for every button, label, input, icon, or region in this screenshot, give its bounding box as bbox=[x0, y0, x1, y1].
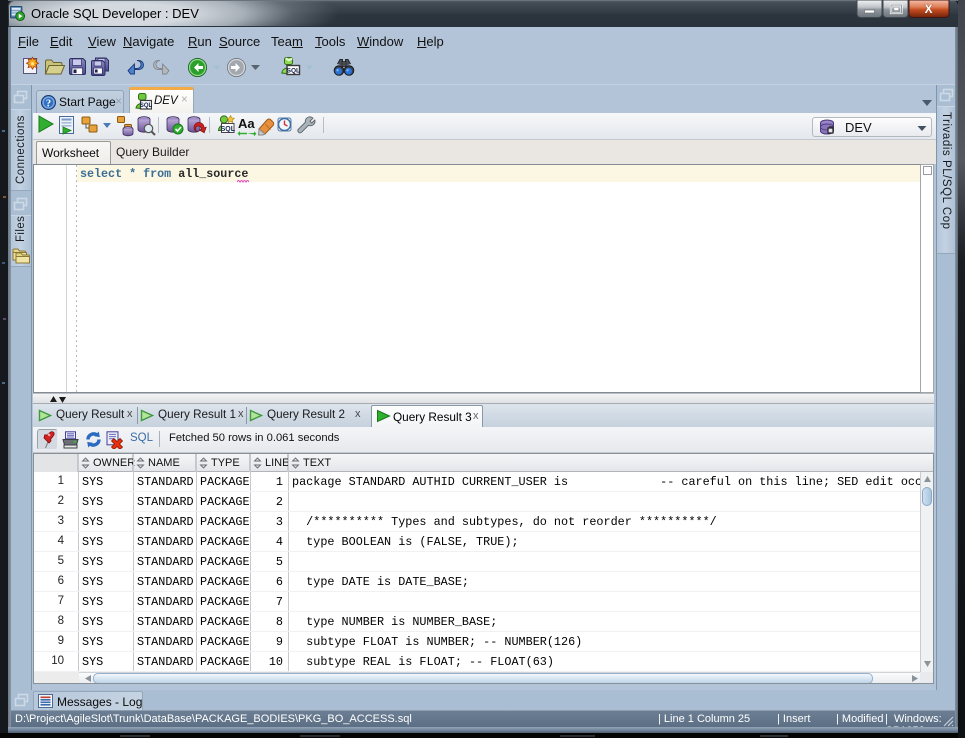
svg-text:Aa: Aa bbox=[238, 116, 255, 131]
svg-text:SQL: SQL bbox=[287, 68, 300, 75]
svg-text:SQL: SQL bbox=[221, 126, 236, 133]
svg-text:X: X bbox=[925, 2, 933, 16]
svg-text:SQL: SQL bbox=[140, 103, 152, 109]
svg-text:?: ? bbox=[46, 98, 51, 109]
